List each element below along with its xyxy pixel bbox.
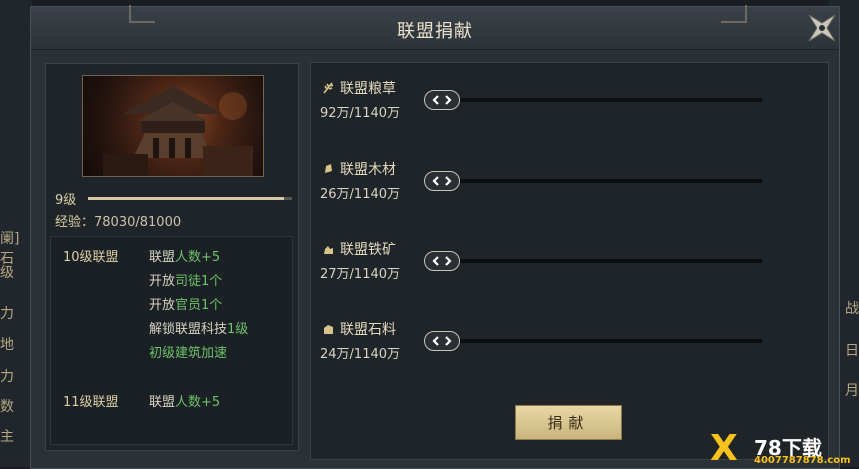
dialog-title: 联盟捐献 xyxy=(397,21,473,42)
slider-arrows-icon xyxy=(432,256,452,266)
resource-count: 92万/1140万 xyxy=(320,106,401,121)
experience-row: 经验：78030/81000 xyxy=(55,211,181,230)
reward-highlight: 初级建筑加速 xyxy=(149,346,228,361)
reward-line: 联盟人数+5 xyxy=(149,246,220,265)
watermark-logo-icon: X xyxy=(710,428,738,469)
reward-highlight: 人数+5 xyxy=(175,395,221,410)
resource-name: 联盟铁矿 xyxy=(340,242,396,258)
background-left-strip: 阑]石 级 力 地 力 数 主 xyxy=(0,0,32,467)
reward-text: 开放 xyxy=(149,274,176,289)
level-rewards-list: 10级联盟 联盟人数+5 开放司徒1个 开放官员1个 解锁联盟科技1级 初级建筑… xyxy=(50,236,293,445)
background-text: 主 xyxy=(0,429,14,445)
reward-line: 初级建筑加速 xyxy=(149,342,227,361)
reward-highlight: 官员1个 xyxy=(175,298,223,313)
resource-name: 联盟粮草 xyxy=(340,81,396,97)
reward-line: 开放官员1个 xyxy=(149,294,222,313)
dialog-titlebar: 联盟捐献 xyxy=(31,5,841,50)
alliance-hall-image xyxy=(82,75,264,177)
background-text: 数 xyxy=(0,399,14,415)
alliance-level: 9级 xyxy=(55,193,77,208)
background-text: 级 xyxy=(0,265,14,281)
resource-count: 27万/1140万 xyxy=(320,267,401,282)
resource-donation-panel: 联盟粮草 92万/1140万 联盟木材 26万/1140万 联盟铁矿 27万/1… xyxy=(310,62,829,460)
background-text: 战 xyxy=(845,301,859,317)
background-text: 地 xyxy=(0,337,14,353)
resource-count: 24万/1140万 xyxy=(320,347,401,362)
experience-label: 经验： xyxy=(55,215,95,230)
resource-name: 联盟石料 xyxy=(340,322,396,338)
wheat-icon xyxy=(323,82,334,94)
watermark-site: 4007787878.com xyxy=(754,455,851,466)
background-text: 日 xyxy=(845,343,859,359)
background-text: 月 xyxy=(845,383,859,399)
resource-slider-handle[interactable] xyxy=(424,90,460,110)
reward-text: 联盟 xyxy=(149,395,176,410)
reward-line: 解锁联盟科技1级 xyxy=(149,318,248,337)
slider-arrows-icon xyxy=(432,336,452,346)
close-button[interactable] xyxy=(803,9,841,47)
reward-text: 解锁联盟科技 xyxy=(149,322,228,337)
level-progress-bar xyxy=(88,197,292,200)
background-text: 力 xyxy=(0,369,14,385)
resource-count: 26万/1140万 xyxy=(320,187,401,202)
stone-icon xyxy=(324,325,333,334)
reward-level-label: 10级联盟 xyxy=(63,250,119,265)
background-text: 力 xyxy=(0,306,14,322)
reward-level-label: 11级联盟 xyxy=(63,395,119,410)
alliance-hall-illustration xyxy=(103,86,253,176)
reward-highlight: 人数+5 xyxy=(175,250,221,265)
experience-value: 78030/81000 xyxy=(94,215,182,230)
close-icon xyxy=(808,14,836,42)
wood-icon xyxy=(325,164,332,173)
reward-text: 开放 xyxy=(149,298,176,313)
alliance-level-panel: 9级 经验：78030/81000 10级联盟 联盟人数+5 开放司徒1个 开放… xyxy=(45,63,299,451)
reward-line: 开放司徒1个 xyxy=(149,270,222,289)
slider-arrows-icon xyxy=(432,95,452,105)
resource-slider-handle[interactable] xyxy=(424,331,460,351)
resource-slider-handle[interactable] xyxy=(424,251,460,271)
watermark: X 78下载 4007787878.com xyxy=(704,430,859,467)
reward-highlight: 司徒1个 xyxy=(175,274,223,289)
resource-slider-track[interactable] xyxy=(443,339,762,343)
alliance-donation-dialog: 联盟捐献 9级 经验：78030/81000 10级联盟 联盟人数+5 开放司徒… xyxy=(30,5,841,469)
donate-button[interactable]: 捐献 xyxy=(515,405,622,440)
reward-line: 联盟人数+5 xyxy=(149,391,220,410)
level-progress-fill xyxy=(88,197,285,200)
resource-slider-track[interactable] xyxy=(443,259,762,263)
resource-slider-handle[interactable] xyxy=(424,171,460,191)
iron-ore-icon xyxy=(324,246,333,254)
resource-name: 联盟木材 xyxy=(340,162,396,178)
resource-slider-track[interactable] xyxy=(443,179,762,183)
reward-text: 联盟 xyxy=(149,250,176,265)
resource-slider-track[interactable] xyxy=(443,98,762,102)
reward-highlight: 1级 xyxy=(227,322,249,337)
slider-arrows-icon xyxy=(432,176,452,186)
